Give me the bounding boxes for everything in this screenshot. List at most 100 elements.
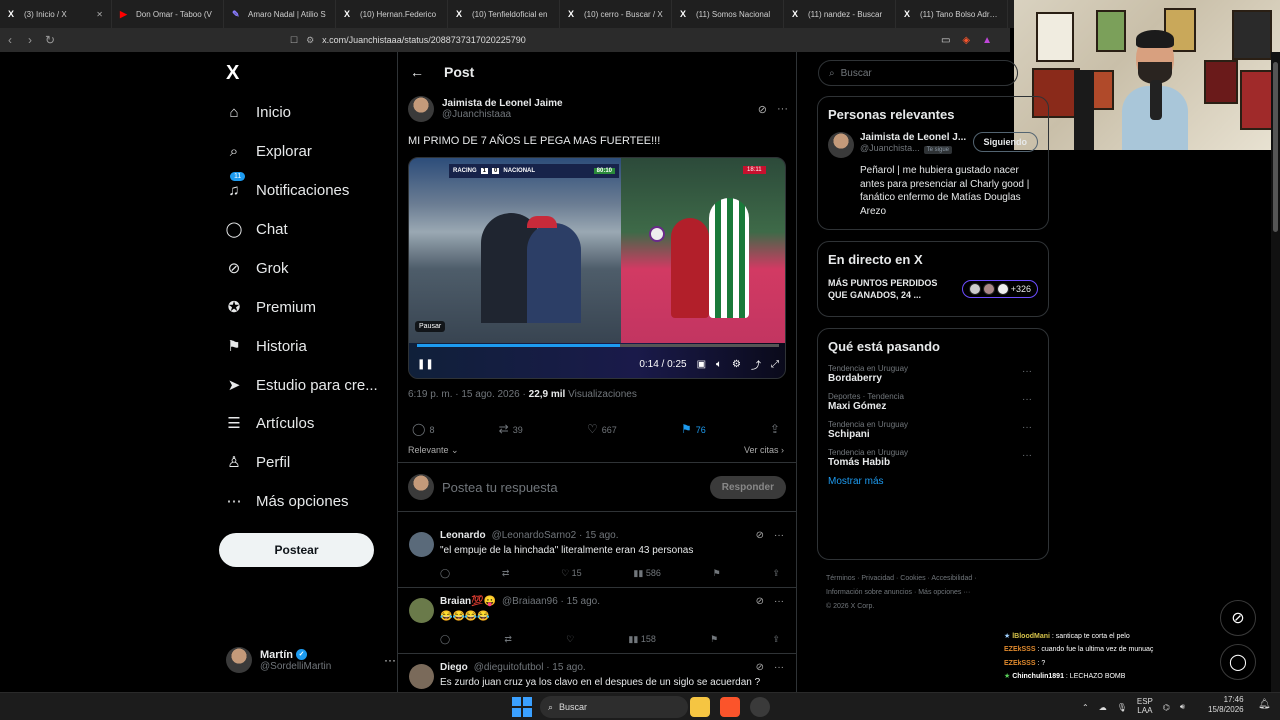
close-icon[interactable]: ✕: [96, 10, 103, 19]
sidebar-item-estudio[interactable]: ➤ Estudio para cre...: [224, 373, 378, 397]
live-item[interactable]: MÁS PUNTOS PERDIDOS QUE GANADOS, 24 ... …: [828, 277, 1038, 301]
comment-author[interactable]: Leonardo: [440, 530, 486, 541]
author-avatar[interactable]: [408, 96, 434, 122]
sidebar-item-historia[interactable]: ⚑ Historia: [224, 334, 307, 358]
avatar[interactable]: [828, 132, 854, 158]
person-handle[interactable]: @Juanchista...: [860, 143, 920, 153]
url-field[interactable]: ☐ ⚙ x.com/Juanchistaaa/status/2088737317…: [290, 35, 526, 46]
notification-icon[interactable]: 🔔︎: [1258, 699, 1271, 710]
trend-item[interactable]: Tendencia en Uruguay Schipani ···: [828, 420, 1038, 440]
sidebar-item-notificaciones[interactable]: ♫ 11 Notificaciones: [224, 172, 349, 202]
browser-tab[interactable]: ▶ Don Omar - Taboo (V: [112, 0, 224, 28]
reply-input[interactable]: [442, 479, 702, 495]
footer-line[interactable]: Términos · Privacidad · Cookies · Accesi…: [826, 572, 1046, 586]
messages-fab-button[interactable]: ◯: [1220, 644, 1256, 680]
site-settings-icon[interactable]: ⚙: [306, 35, 314, 46]
grok-icon[interactable]: ⊘: [756, 662, 764, 673]
network-icon[interactable]: ☁: [1099, 703, 1107, 712]
obs-icon[interactable]: [750, 697, 770, 717]
fullscreen-icon[interactable]: ⤢: [771, 359, 779, 370]
wifi-icon[interactable]: ⌬: [1163, 703, 1170, 712]
more-options-icon[interactable]: ···: [774, 596, 784, 607]
more-options-icon[interactable]: ···: [774, 530, 784, 541]
like-button[interactable]: ♡ 15: [561, 568, 582, 579]
back-arrow-icon[interactable]: ‹: [0, 33, 20, 47]
url-text[interactable]: x.com/Juanchistaaa/status/20887373170202…: [322, 35, 526, 45]
comment[interactable]: Braian💯😛 @Braiaan96 · 15 ago. ⊘ ··· 😂😂😂😂 ◯ ⇄…: [398, 588, 796, 654]
repost-icon[interactable]: ⇄: [504, 634, 512, 645]
reload-icon[interactable]: ↻: [40, 33, 60, 47]
comment-avatar[interactable]: [409, 664, 434, 689]
more-options-icon[interactable]: ···: [384, 653, 396, 667]
browser-tab[interactable]: X (11) Somos Nacional: [672, 0, 784, 28]
reply-icon[interactable]: ◯: [440, 568, 450, 579]
browser-tab[interactable]: X (11) nandez - Buscar: [784, 0, 896, 28]
comment-handle[interactable]: @LeonardoSarno2 · 15 ago.: [492, 530, 619, 541]
trend-item[interactable]: Deportes · Tendencia Maxi Gómez ···: [828, 392, 1038, 412]
sort-dropdown[interactable]: Relevante ⌄: [408, 445, 459, 456]
comment-author[interactable]: Braian💯😛: [440, 596, 496, 607]
more-options-icon[interactable]: ···: [774, 662, 784, 673]
view-quotes-link[interactable]: Ver citas ›: [744, 445, 784, 455]
more-options-icon[interactable]: ···: [1022, 450, 1032, 461]
pause-icon[interactable]: ❚❚: [417, 359, 434, 370]
comment-handle[interactable]: @Braiaan96 · 15 ago.: [502, 596, 600, 607]
repost-button[interactable]: ⇄ 39: [499, 422, 523, 436]
sidebar-item-articulos[interactable]: ☰ Artículos: [224, 411, 314, 435]
bookmark-icon[interactable]: ☐: [290, 35, 298, 46]
share-icon[interactable]: ⇪: [772, 568, 780, 579]
windows-start-icon[interactable]: [512, 697, 532, 717]
tray-chevron-icon[interactable]: ⌃: [1082, 703, 1089, 712]
person-name[interactable]: Jaimista de Leonel J...: [860, 132, 966, 143]
show-more-link[interactable]: Mostrar más: [828, 476, 1038, 487]
like-button[interactable]: ♡: [566, 634, 574, 645]
comment-handle[interactable]: @dieguitofutbol · 15 ago.: [474, 662, 586, 673]
browser-tab[interactable]: X (11) Tano Bolso Adrian: [896, 0, 1008, 28]
comment-author[interactable]: Diego: [440, 662, 468, 673]
author-handle[interactable]: @Juanchistaaa: [442, 109, 563, 120]
sidebar-item-mas-opciones[interactable]: ⋯ Más opciones: [224, 489, 349, 513]
sidebar-item-grok[interactable]: ⊘ Grok: [224, 256, 289, 280]
reply-submit-button[interactable]: Responder: [709, 475, 786, 499]
captions-icon[interactable]: ▣: [697, 359, 706, 370]
taskbar-search[interactable]: ⌕ Buscar: [540, 696, 688, 718]
bookmark-button[interactable]: ⚑ 76: [681, 422, 706, 436]
trend-item[interactable]: Tendencia en Uruguay Bordaberry ···: [828, 364, 1038, 384]
more-options-icon[interactable]: ···: [777, 103, 788, 116]
comment-avatar[interactable]: [409, 598, 434, 623]
brave-browser-icon[interactable]: [720, 697, 740, 717]
bookmark-icon[interactable]: ⚑: [710, 634, 718, 645]
views-button[interactable]: ▮▮ 586: [633, 568, 660, 579]
x-logo-icon[interactable]: X: [226, 62, 239, 85]
page-scrollbar[interactable]: [1271, 52, 1280, 692]
post-timestamp[interactable]: 6:19 p. m. · 15 ago. 2026 ·: [408, 389, 526, 400]
following-button[interactable]: Siguiendo: [972, 132, 1038, 152]
install-icon[interactable]: ▭: [941, 35, 950, 46]
post-button[interactable]: Postear: [219, 533, 374, 567]
popout-icon[interactable]: ⤴: [751, 357, 761, 372]
search-box[interactable]: ⌕: [818, 60, 1018, 86]
repost-icon[interactable]: ⇄: [502, 568, 510, 579]
video-progress-bar[interactable]: [417, 344, 779, 347]
scrollbar-thumb[interactable]: [1273, 62, 1278, 232]
trend-item[interactable]: Tendencia en Uruguay Tomás Habib ···: [828, 448, 1038, 468]
volume-icon[interactable]: 🔈︎: [716, 359, 722, 370]
forward-arrow-icon[interactable]: ›: [20, 33, 40, 47]
comment[interactable]: Diego @dieguitofutbol · 15 ago. ⊘ ··· Es zu…: [398, 654, 796, 692]
bookmark-icon[interactable]: ⚑: [713, 568, 721, 579]
reply-icon[interactable]: ◯: [440, 634, 450, 645]
sidebar-item-perfil[interactable]: ♙ Perfil: [224, 450, 290, 474]
comment[interactable]: Leonardo @LeonardoSarno2 · 15 ago. ⊘ ··· "e…: [398, 522, 796, 588]
language-indicator[interactable]: ESP LAA: [1137, 697, 1153, 716]
more-options-icon[interactable]: ···: [1022, 422, 1032, 433]
taskbar-clock[interactable]: 17:46 15/8/2026: [1208, 695, 1244, 716]
search-input[interactable]: [840, 67, 1007, 79]
views-button[interactable]: ▮▮ 158: [628, 634, 655, 645]
comment-avatar[interactable]: [409, 532, 434, 557]
browser-tab[interactable]: ✎ Amaro Nadal | Atilio S: [224, 0, 336, 28]
author-name[interactable]: Jaimista de Leonel Jaime: [442, 98, 563, 109]
sidebar-item-explorar[interactable]: ⌕ Explorar: [224, 139, 312, 163]
grok-icon[interactable]: ⊘: [758, 103, 767, 116]
reply-button[interactable]: ◯ 8: [412, 422, 434, 436]
video-player[interactable]: RACING 1 0 NACIONAL 80:10 18:11 Pausar ❚…: [408, 157, 786, 379]
